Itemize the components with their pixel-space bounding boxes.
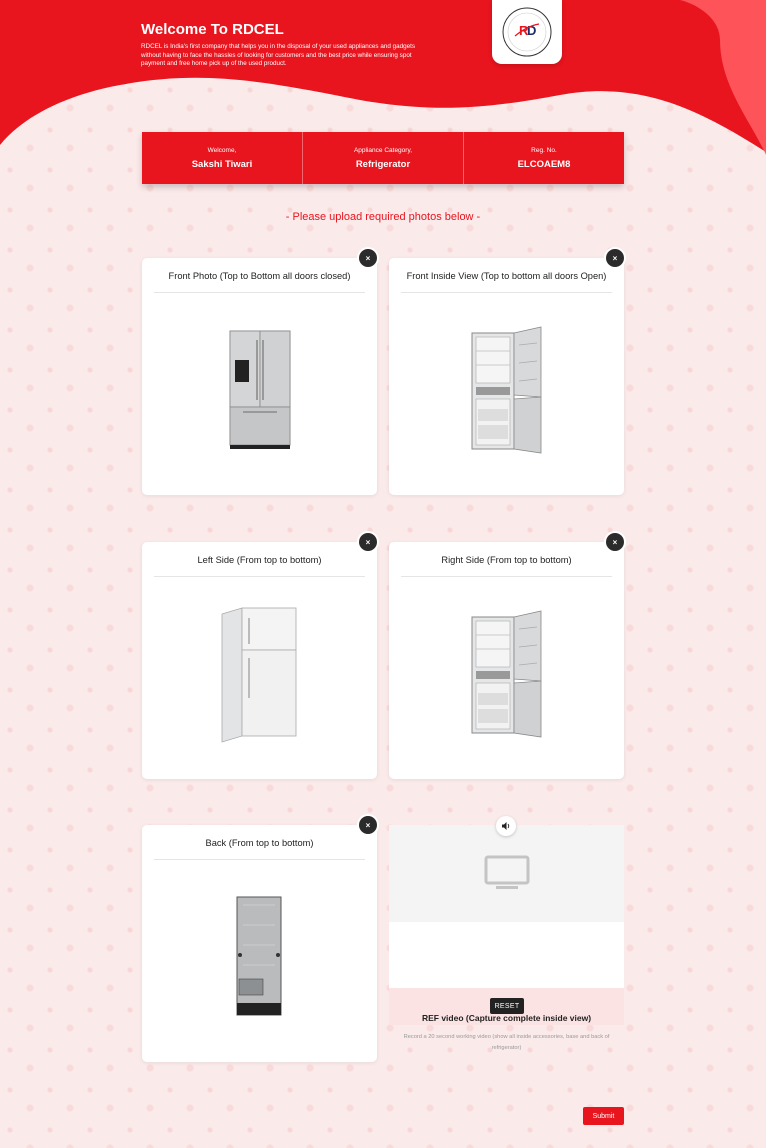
fridge-right-side-image [389,582,624,765]
hero-title: Welcome To RDCEL [141,21,284,38]
photo-card-back[interactable]: Back (From top to bottom) [142,825,377,1062]
photo-card-title: Left Side (From top to bottom) [154,555,365,577]
category-value: Refrigerator [355,158,411,170]
video-description: Record a 20 second working video (show a… [403,1034,610,1051]
photo-card-front[interactable]: Front Photo (Top to Bottom all doors clo… [142,258,377,495]
hero-description: RDCEL is India's first company that help… [141,43,415,68]
monitor-icon [484,855,529,889]
category-cell: Appliance Category, Refrigerator [303,132,464,184]
submit-button[interactable]: Submit [583,1107,624,1125]
customer-info-bar: Welcome, Sakshi Tiwari Appliance Categor… [142,132,624,184]
photo-card-title: Right Side (From top to bottom) [401,555,612,577]
remove-photo-button[interactable]: × [606,249,624,267]
fridge-front-closed-image [142,298,377,481]
video-preview[interactable] [389,825,624,922]
rd-logo-icon: R D [502,7,552,57]
photo-card-title: Front Inside View (Top to bottom all doo… [401,271,612,293]
upload-heading: - Please upload required photos below - [285,211,481,223]
reg-number: ELCOAEM8 [517,158,571,170]
reg-label: Reg. No. [531,146,557,154]
remove-photo-button[interactable]: × [359,816,377,834]
photo-card-right[interactable]: Right Side (From top to bottom) [389,542,624,779]
photo-card-title: Front Photo (Top to Bottom all doors clo… [154,271,365,293]
remove-photo-button[interactable]: × [359,249,377,267]
photo-card-left[interactable]: Left Side (From top to bottom) [142,542,377,779]
speaker-icon[interactable] [496,816,516,836]
video-title: REF video (Capture complete inside view) [421,1013,592,1023]
customer-name: Sakshi Tiwari [191,158,253,170]
welcome-label: Welcome, [207,146,237,154]
fridge-back-image [142,865,377,1048]
remove-photo-button[interactable]: × [606,533,624,551]
logo: R D [492,0,562,64]
fridge-left-side-image [142,582,377,765]
photo-card-front-inside[interactable]: Front Inside View (Top to bottom all doo… [389,258,624,495]
fridge-front-open-image [389,298,624,481]
photo-card-title: Back (From top to bottom) [154,838,365,860]
reg-cell: Reg. No. ELCOAEM8 [464,132,624,184]
video-recorder[interactable] [389,825,624,1025]
reset-video-button[interactable]: RESET [490,998,524,1014]
welcome-cell: Welcome, Sakshi Tiwari [142,132,303,184]
category-label: Appliance Category, [353,146,413,154]
remove-photo-button[interactable]: × [359,533,377,551]
